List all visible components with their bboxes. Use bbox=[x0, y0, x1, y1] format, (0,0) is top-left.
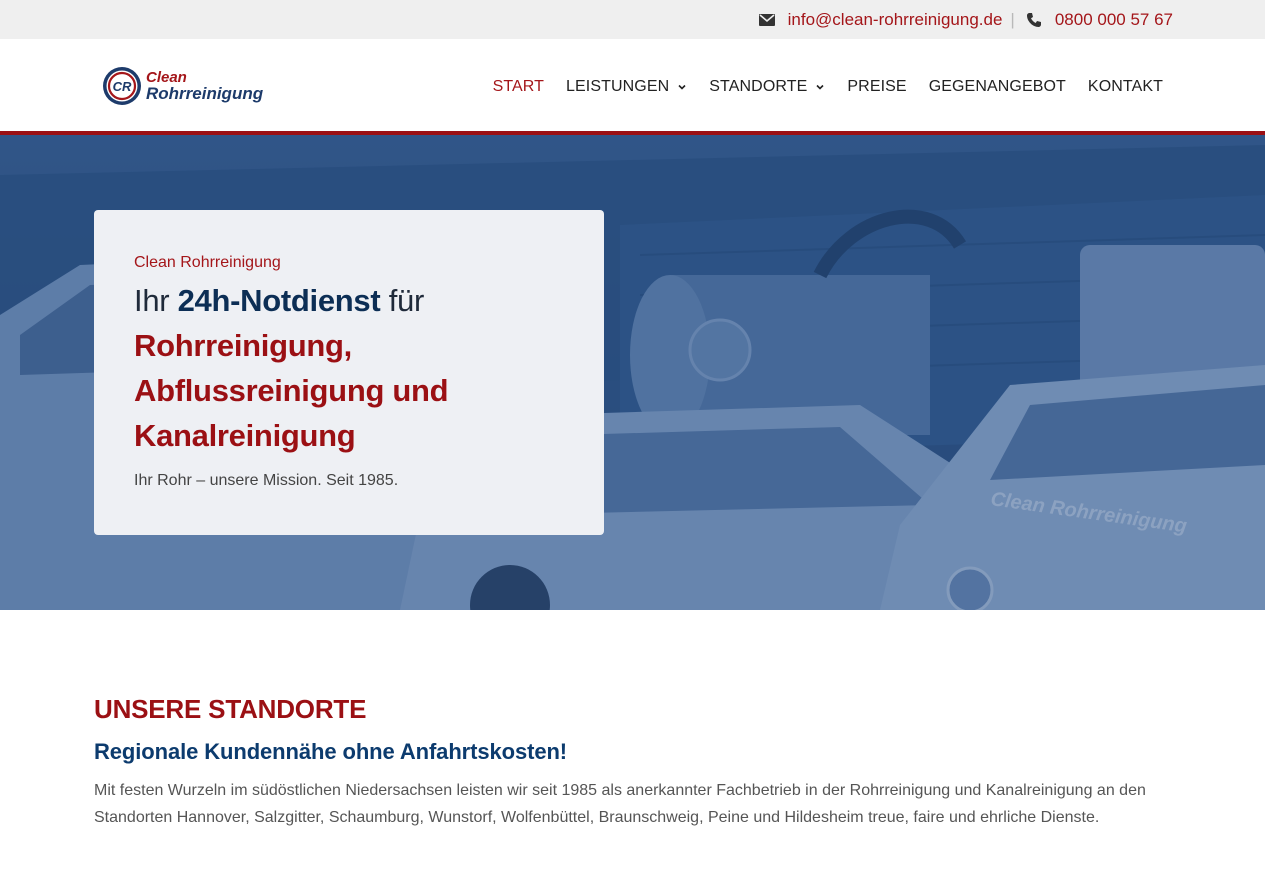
nav-item-start[interactable]: START bbox=[493, 78, 544, 96]
logo-mark-icon: CR bbox=[103, 67, 141, 105]
svg-text:CR: CR bbox=[113, 79, 132, 94]
hero-title-line3: Abflussreinigung und bbox=[134, 368, 564, 413]
hero-title-line4: Kanalreinigung bbox=[134, 418, 356, 453]
contact-info: info@clean-rohrreinigung.de | 0800 000 5… bbox=[758, 0, 1173, 39]
nav-item-gegenangebot[interactable]: GEGENANGEBOT bbox=[929, 78, 1066, 96]
nav-label-start: START bbox=[492, 78, 545, 95]
hero-title-highlight: 24h-Notdienst bbox=[177, 283, 381, 318]
hero-kicker: Clean Rohrreinigung bbox=[134, 254, 281, 271]
nav-label-standorte: STANDORTE bbox=[709, 78, 808, 95]
section-heading: UNSERE STANDORTE bbox=[94, 694, 367, 724]
section-body: Mit festen Wurzeln im südöstlichen Niede… bbox=[94, 782, 1146, 826]
nav-item-standorte[interactable]: STANDORTE bbox=[709, 78, 825, 96]
site-logo[interactable]: CR Clean Rohrreinigung bbox=[102, 66, 263, 106]
top-contact-bar: info@clean-rohrreinigung.de | 0800 000 5… bbox=[0, 0, 1265, 39]
nav-label-gegenangebot: GEGENANGEBOT bbox=[928, 78, 1066, 95]
chevron-down-icon bbox=[677, 82, 687, 92]
nav-item-preise[interactable]: PREISE bbox=[847, 78, 906, 96]
section-subheading: Regionale Kundennähe ohne Anfahrtskosten… bbox=[94, 739, 568, 764]
hero-subtitle: Ihr Rohr – unsere Mission. Seit 1985. bbox=[134, 472, 399, 489]
locations-section: UNSERE STANDORTE Regionale Kundennähe oh… bbox=[0, 610, 1265, 831]
nav-label-kontakt: KONTAKT bbox=[1087, 78, 1163, 95]
nav-label-leistungen: LEISTUNGEN bbox=[566, 78, 670, 95]
hero-banner: Clean Rohrreinigung Clean Rohrreinigung … bbox=[0, 135, 1265, 610]
hero-title: Ihr 24h-Notdienst für Rohrreinigung, Abf… bbox=[134, 278, 564, 458]
hero-title-line3b: und bbox=[384, 373, 449, 408]
hero-title-line2: Rohrreinigung, bbox=[134, 328, 352, 363]
envelope-icon bbox=[758, 11, 776, 29]
site-header: CR Clean Rohrreinigung START LEISTUNGEN … bbox=[0, 39, 1265, 135]
phone-icon bbox=[1025, 11, 1043, 29]
hero-title-part1: Ihr bbox=[134, 283, 178, 318]
chevron-down-icon bbox=[815, 82, 825, 92]
contact-separator: | bbox=[1010, 9, 1015, 29]
hero-title-part2: für bbox=[380, 283, 425, 318]
nav-item-leistungen[interactable]: LEISTUNGEN bbox=[566, 78, 687, 96]
nav-label-preise: PREISE bbox=[847, 78, 907, 95]
email-link[interactable]: info@clean-rohrreinigung.de bbox=[788, 10, 1003, 30]
logo-text: Clean Rohrreinigung bbox=[146, 70, 264, 103]
hero-title-line3a: Abflussreinigung bbox=[134, 373, 385, 408]
hero-card: Clean Rohrreinigung Ihr 24h-Notdienst fü… bbox=[94, 210, 604, 535]
main-navigation: START LEISTUNGEN STANDORTE PREISE GEGENA… bbox=[471, 39, 1163, 135]
logo-line-2: Rohrreinigung bbox=[146, 84, 264, 103]
phone-link[interactable]: 0800 000 57 67 bbox=[1055, 10, 1173, 30]
nav-item-kontakt[interactable]: KONTAKT bbox=[1088, 78, 1163, 96]
